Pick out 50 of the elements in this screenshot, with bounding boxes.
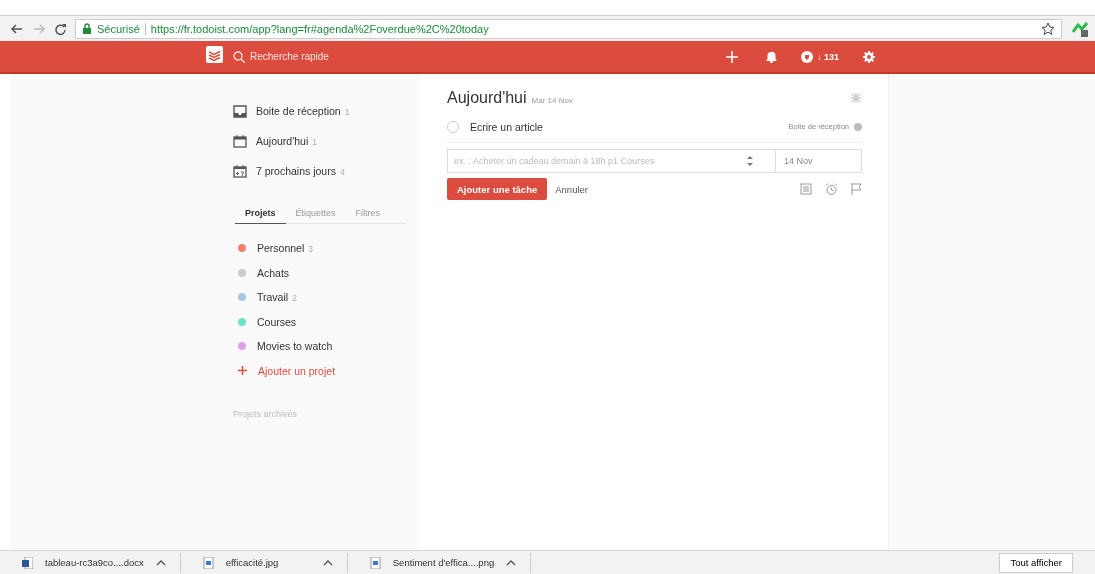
project-item[interactable]: Achats xyxy=(233,260,420,285)
reload-icon[interactable] xyxy=(54,22,67,35)
search-icon xyxy=(233,50,245,63)
bell-icon[interactable] xyxy=(766,50,777,63)
settings-icon[interactable] xyxy=(863,50,876,63)
note-icon[interactable] xyxy=(800,183,812,195)
image-file-icon xyxy=(202,556,214,569)
address-bar[interactable]: Sécurisé https://fr.todoist.com/app?lang=fr#agenda%2Foverdue%2C%20today xyxy=(75,18,1062,39)
back-icon[interactable] xyxy=(10,22,24,35)
image-file-icon xyxy=(369,556,381,569)
karma-indicator[interactable]: ↓ 131 xyxy=(801,50,840,63)
caret-icon[interactable] xyxy=(506,558,517,567)
alarm-clock-icon[interactable] xyxy=(825,183,838,195)
download-item[interactable]: Sentiment d'effica....png xyxy=(347,552,532,573)
project-item[interactable]: Courses xyxy=(233,309,420,334)
project-item[interactable]: Personnel 3 xyxy=(233,236,420,261)
flag-icon[interactable] xyxy=(851,183,862,195)
calendar-icon xyxy=(233,134,247,148)
sidebar-item[interactable]: Aujourd'hui 1 xyxy=(233,126,420,156)
plus-icon[interactable] xyxy=(726,50,738,63)
view-title: Aujourd'hui xyxy=(447,89,527,107)
download-item[interactable]: efficacité.jpg xyxy=(180,552,348,573)
calendar-icon xyxy=(233,164,247,178)
show-all-button[interactable]: Tout afficher xyxy=(999,552,1073,573)
sidebar-tab[interactable]: Projets xyxy=(235,202,286,224)
caret-icon[interactable] xyxy=(322,558,333,567)
shield-icon xyxy=(801,50,813,63)
sidebar-item[interactable]: Boite de réception 1 xyxy=(233,96,420,126)
app-logo-icon xyxy=(206,46,223,63)
document-icon xyxy=(22,556,33,569)
due-date-field[interactable]: 14 Nov xyxy=(776,149,862,173)
project-item[interactable]: Travail 2 xyxy=(233,285,420,310)
view-date: Mar 14 Nov xyxy=(531,96,573,105)
search-field[interactable]: Recherche rapide xyxy=(233,50,430,63)
project-item[interactable]: Movies to watch xyxy=(233,334,420,359)
plus-icon xyxy=(238,366,247,376)
caret-icon[interactable] xyxy=(155,558,166,567)
add-project-link[interactable]: Ajouter un projet xyxy=(233,358,420,383)
add-task-button[interactable]: Ajouter une tâche xyxy=(447,178,548,200)
lock-icon xyxy=(82,22,92,35)
secure-label: Sécurisé xyxy=(97,22,140,35)
extension-icon[interactable] xyxy=(1070,19,1089,38)
star-icon[interactable] xyxy=(1041,21,1055,36)
task-text: Ecrire un article xyxy=(470,120,543,133)
download-item[interactable]: tableau-rc3a9co....docx xyxy=(0,552,181,573)
spinner-icon[interactable] xyxy=(746,155,754,167)
url-text: https://fr.todoist.com/app?lang=fr#agenda%2Foverdue%2C%20today xyxy=(150,22,489,35)
sidebar-item[interactable]: 7 prochains jours 4 xyxy=(233,156,420,186)
cancel-link[interactable]: Annuler xyxy=(555,183,588,195)
inbox-icon xyxy=(233,104,247,118)
